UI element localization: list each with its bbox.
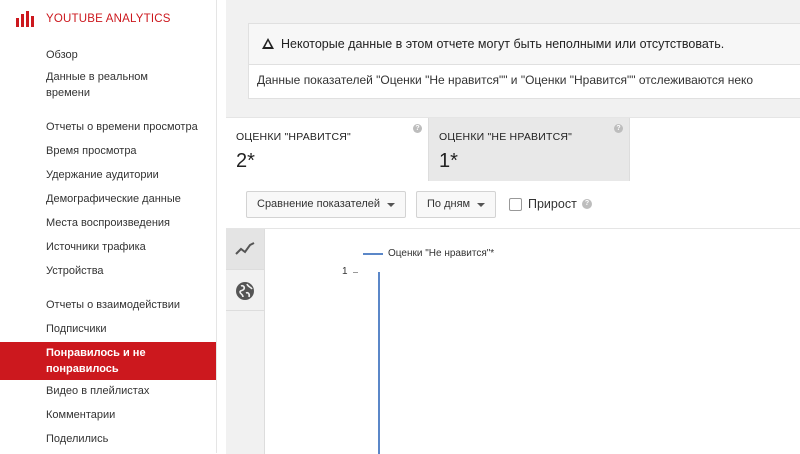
metric-label: ОЦЕНКИ "НЕ НРАВИТСЯ" (439, 131, 573, 143)
tab-line-chart[interactable] (226, 229, 264, 270)
sidebar-item-watch-time[interactable]: Время просмотра (0, 143, 216, 159)
sidebar-item-audience-retention[interactable]: Удержание аудитории (0, 167, 216, 183)
growth-label[interactable]: Прирост (528, 197, 577, 211)
sidebar-item-watch-time-reports[interactable]: Отчеты о времени просмотра (0, 119, 216, 135)
sidebar-item-traffic-sources[interactable]: Источники трафика (0, 239, 216, 255)
chart-area: Оценки "Не нравится"* 1 (226, 228, 800, 454)
warning-panel: Некоторые данные в этом отчете могут быт… (248, 23, 800, 99)
legend-label: Оценки "Не нравится"* (388, 248, 495, 259)
chevron-down-icon (387, 203, 395, 207)
sidebar-item-overview[interactable]: Обзор (0, 47, 216, 63)
metrics-bar: ОЦЕНКИ "НРАВИТСЯ" 2* ? ОЦЕНКИ "НЕ НРАВИТ… (226, 117, 800, 183)
sidebar-item-playback-locations[interactable]: Места воспроизведения (0, 215, 216, 231)
brand-title: YOUTUBE ANALYTICS (46, 13, 171, 25)
compare-metrics-label: Сравнение показателей (257, 198, 380, 210)
metric-dislikes[interactable]: ОЦЕНКИ "НЕ НРАВИТСЯ" 1* ? (428, 118, 630, 182)
chart-legend: Оценки "Не нравится"* (363, 248, 494, 259)
metric-likes[interactable]: ОЦЕНКИ "НРАВИТСЯ" 2* ? (226, 118, 428, 182)
main-content: Некоторые данные в этом отчете могут быт… (226, 0, 800, 454)
warning-icon (262, 38, 274, 49)
globe-icon (236, 282, 254, 300)
sidebar-item-devices[interactable]: Устройства (0, 263, 216, 279)
tab-map[interactable] (226, 270, 264, 311)
y-tick-label: 1 (342, 266, 348, 277)
warning-body: Данные показателей "Оценки "Не нравится"… (257, 73, 754, 87)
brand[interactable]: YOUTUBE ANALYTICS (16, 11, 171, 27)
sidebar-item-demographics[interactable]: Демографические данные (0, 191, 216, 207)
sidebar-item-subscribers[interactable]: Подписчики (0, 321, 216, 337)
metric-label: ОЦЕНКИ "НРАВИТСЯ" (236, 131, 351, 143)
sidebar-item-comments[interactable]: Комментарии (0, 407, 216, 423)
chart-type-tabs (226, 229, 265, 454)
warning-title: Некоторые данные в этом отчете могут быт… (281, 37, 725, 51)
period-label: По дням (427, 198, 471, 210)
legend-swatch (363, 252, 383, 255)
growth-checkbox[interactable] (509, 198, 522, 211)
help-icon[interactable]: ? (413, 124, 422, 133)
metric-value: 2* (236, 150, 255, 172)
metric-value: 1* (439, 150, 458, 172)
sidebar-item-engagement-reports[interactable]: Отчеты о взаимодействии (0, 297, 216, 313)
analytics-logo-icon (16, 11, 36, 27)
line-chart-icon (235, 242, 255, 255)
help-icon[interactable]: ? (582, 199, 592, 209)
period-dropdown[interactable]: По дням (416, 191, 496, 218)
sidebar: YOUTUBE ANALYTICS Обзор Данные в реально… (0, 0, 217, 453)
sidebar-item-realtime[interactable]: Данные в реальном времени (0, 69, 190, 101)
chevron-down-icon (477, 203, 485, 207)
help-icon[interactable]: ? (614, 124, 623, 133)
series-line (378, 272, 380, 454)
warning-header: Некоторые данные в этом отчете могут быт… (249, 24, 800, 65)
compare-metrics-dropdown[interactable]: Сравнение показателей (246, 191, 406, 218)
y-tick-mark (353, 272, 358, 273)
sidebar-item-shares[interactable]: Поделились (0, 431, 216, 447)
sidebar-item-playlists[interactable]: Видео в плейлистах (0, 383, 216, 399)
chart-toolbar: Сравнение показателей По дням Прирост ? (226, 181, 800, 228)
sidebar-item-likes-dislikes[interactable]: Понравилось и не понравилось (0, 342, 216, 380)
